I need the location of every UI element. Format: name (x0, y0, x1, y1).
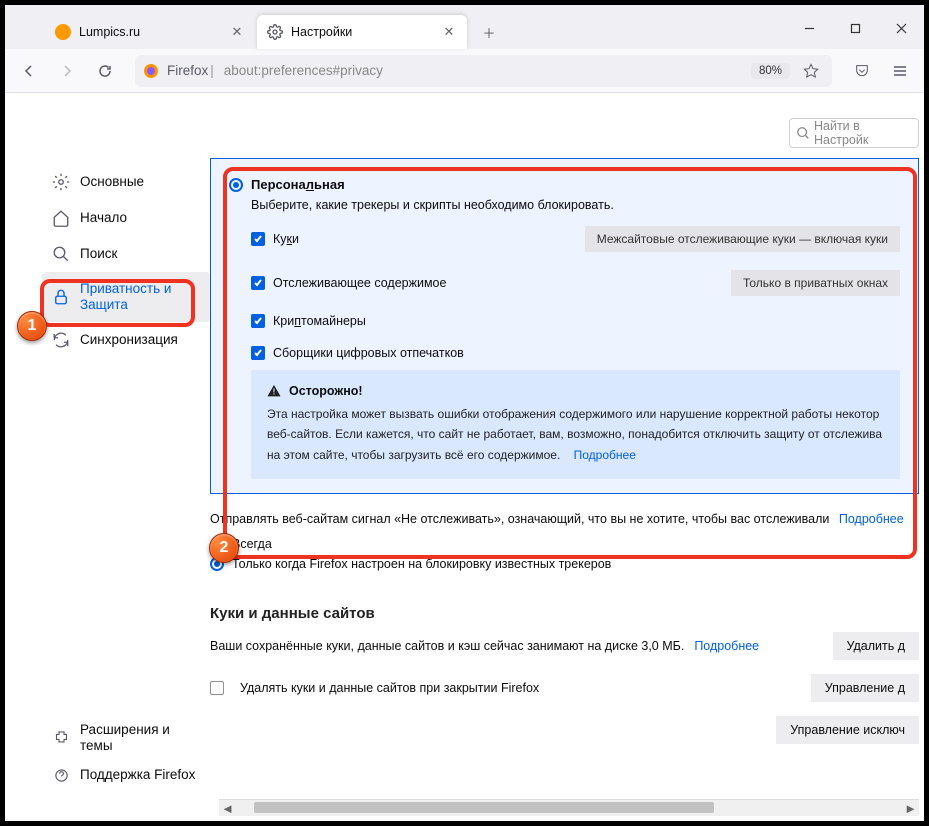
close-window-button[interactable] (878, 11, 924, 45)
forward-button[interactable] (51, 55, 83, 87)
clear-on-close-label: Удалять куки и данные сайтов при закрыти… (240, 681, 539, 695)
tab-settings[interactable]: Настройки ✕ (257, 15, 467, 49)
home-icon (52, 209, 70, 227)
search-icon (52, 245, 70, 263)
tab-strip: Lumpics.ru ✕ Настройки ✕ ＋ (5, 5, 924, 49)
checkbox-clear-on-close[interactable] (210, 681, 224, 695)
custom-title: Персональная (251, 177, 345, 192)
dnt-more-link[interactable]: Подробнее (839, 512, 904, 526)
sidebar-extensions[interactable]: Расширения и темы (42, 716, 210, 760)
radio-custom[interactable] (229, 178, 243, 192)
identity-label: Firefox| (167, 63, 216, 78)
sidebar-item-sync[interactable]: Синхронизация (42, 322, 210, 358)
tab-title: Lumpics.ru (79, 25, 221, 39)
step-badge-2: 2 (209, 533, 239, 563)
warning-title: Осторожно! (289, 384, 363, 398)
cookies-label: Куки (273, 232, 299, 246)
sync-icon (52, 331, 70, 349)
menu-button[interactable] (884, 55, 916, 87)
miners-label: Криптомайнеры (273, 314, 366, 328)
tab-lumpics[interactable]: Lumpics.ru ✕ (45, 15, 255, 49)
svg-text:!: ! (273, 388, 276, 397)
scroll-left-icon[interactable]: ◄ (219, 800, 236, 817)
pocket-icon[interactable] (846, 55, 878, 87)
manage-data-button[interactable]: Управление д (811, 674, 919, 702)
toolbar: Firefox| about:preferences#privacy 80% (5, 49, 924, 93)
sidebar-item-search[interactable]: Поиск (42, 236, 210, 272)
close-icon[interactable]: ✕ (229, 24, 245, 40)
lock-icon (52, 288, 70, 306)
scroll-right-icon[interactable]: ► (902, 800, 919, 817)
main-panel: Персональная Выберите, какие трекеры и с… (210, 100, 919, 806)
zoom-badge[interactable]: 80% (751, 63, 790, 79)
custom-subtitle: Выберите, какие трекеры и скрипты необхо… (251, 198, 900, 212)
url-text: about:preferences#privacy (224, 63, 383, 78)
sidebar-item-privacy[interactable]: Приватность и Защита (42, 272, 210, 322)
firefox-icon (143, 63, 159, 79)
cookies-dropdown[interactable]: Межсайтовые отслеживающие куки — включая… (585, 226, 900, 252)
new-tab-button[interactable]: ＋ (475, 18, 503, 46)
tracking-dropdown[interactable]: Только в приватных окнах (731, 270, 900, 296)
checkbox-fingerprint[interactable] (251, 346, 265, 360)
manage-exceptions-button[interactable]: Управление исключ (776, 716, 919, 744)
window-controls (786, 11, 924, 49)
minimize-button[interactable] (786, 11, 832, 45)
dnt-description: Отправлять веб-сайтам сигнал «Не отслежи… (210, 512, 829, 526)
sidebar-item-general[interactable]: Основные (42, 164, 210, 200)
reload-button[interactable] (89, 55, 121, 87)
favicon-lumpics (55, 24, 71, 40)
back-button[interactable] (13, 55, 45, 87)
cookies-heading: Куки и данные сайтов (210, 605, 919, 622)
checkbox-tracking[interactable] (251, 276, 265, 290)
tab-title: Настройки (291, 25, 433, 39)
custom-protection-panel: Персональная Выберите, какие трекеры и с… (210, 158, 919, 494)
help-icon (52, 766, 70, 784)
sidebar: Основные Начало Поиск Приватность и Защи… (10, 100, 210, 806)
gear-icon (52, 173, 70, 191)
dnt-onlywhen-label: Только когда Firefox настроен на блокиро… (232, 557, 611, 571)
favicon-settings (267, 24, 283, 40)
horizontal-scrollbar[interactable]: ◄ ► (219, 799, 919, 816)
bookmark-star-icon[interactable] (798, 55, 824, 87)
checkbox-cookies[interactable] (251, 232, 265, 246)
scroll-thumb[interactable] (236, 800, 902, 816)
puzzle-icon (52, 729, 70, 747)
maximize-button[interactable] (832, 11, 878, 45)
tracking-label: Отслеживающее содержимое (273, 276, 446, 290)
cookies-info: Ваши сохранённые куки, данные сайтов и к… (210, 639, 684, 653)
fp-label: Сборщики цифровых отпечатков (273, 346, 464, 360)
checkbox-miners[interactable] (251, 314, 265, 328)
warning-icon: ! (267, 384, 281, 398)
clear-data-button[interactable]: Удалить д (833, 632, 920, 660)
step-badge-1: 1 (17, 311, 47, 341)
warning-more-link[interactable]: Подробнее (574, 448, 636, 462)
url-bar[interactable]: Firefox| about:preferences#privacy 80% (135, 55, 832, 87)
cookies-more-link[interactable]: Подробнее (694, 639, 759, 653)
sidebar-item-home[interactable]: Начало (42, 200, 210, 236)
preferences-content: Найти в Настройк Основные Начало Поиск П… (10, 100, 919, 806)
warning-box: ! Осторожно! Эта настройка может вызвать… (251, 370, 900, 479)
close-icon[interactable]: ✕ (441, 24, 457, 40)
sidebar-support[interactable]: Поддержка Firefox (42, 760, 210, 790)
